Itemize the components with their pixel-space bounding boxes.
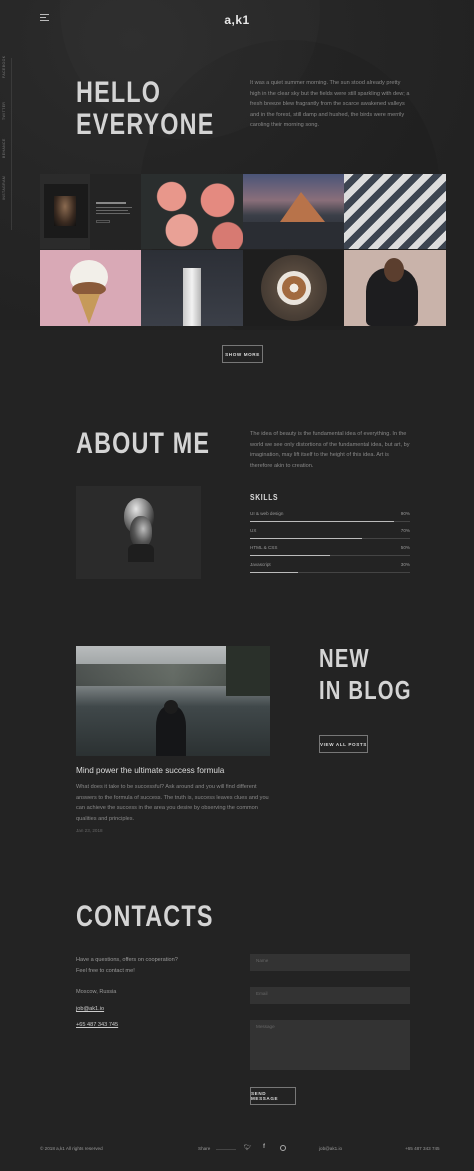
contacts-email-link[interactable]: job@ak1.io xyxy=(76,1006,104,1012)
footer-phone[interactable]: +65 487 343 745 xyxy=(405,1146,440,1151)
skill-value: 30% xyxy=(400,562,410,567)
skill-value: 50% xyxy=(400,545,410,550)
view-all-posts-button[interactable]: VIEW ALL POSTS xyxy=(319,735,368,753)
site-logo[interactable]: a,k1 xyxy=(0,13,474,27)
social-rail: FACEBOOK TWITTER BEHANCE INSTAGRAM xyxy=(0,56,12,230)
about-text: The idea of beauty is the fundamental id… xyxy=(250,431,410,469)
portfolio-tile-latte[interactable] xyxy=(243,250,344,326)
contacts-location: Moscow, Russia xyxy=(76,989,117,995)
skill-label: UX xyxy=(250,528,257,533)
hero-text: It was a quiet summer morning. The sun s… xyxy=(250,80,410,129)
skill-item: UI & web design 90% xyxy=(250,511,410,528)
about-title: ABOUT ME xyxy=(76,427,211,460)
show-more-button[interactable]: SHOW MORE xyxy=(222,345,263,363)
contacts-title: CONTACTS xyxy=(76,900,214,933)
share-divider xyxy=(216,1149,236,1150)
skill-track xyxy=(250,555,410,556)
contacts-phone-link[interactable]: +65 487 343 745 xyxy=(76,1022,118,1028)
blog-post-excerpt: What does it take to be successful? Ask … xyxy=(76,784,269,822)
skill-label: HTML & CSS xyxy=(250,545,278,550)
social-link-behance[interactable]: BEHANCE xyxy=(2,138,6,158)
about-portrait xyxy=(76,486,201,579)
blog-post-image[interactable] xyxy=(76,646,270,756)
footer-email[interactable]: job@ak1.io xyxy=(319,1146,342,1151)
social-link-twitter[interactable]: TWITTER xyxy=(2,102,6,120)
blog-title: NEW IN BLOG xyxy=(319,642,412,706)
facebook-icon[interactable]: f xyxy=(263,1144,265,1150)
skill-track xyxy=(250,538,410,539)
skill-label: Javascript xyxy=(250,562,271,567)
skill-track xyxy=(250,572,410,573)
portfolio-tile-book[interactable] xyxy=(40,174,141,249)
skill-track xyxy=(250,521,410,522)
contacts-intro-line-1: Have a questions, offers on cooperation? xyxy=(76,957,178,963)
pinterest-icon[interactable] xyxy=(280,1145,286,1151)
send-message-button[interactable]: SEND MESSAGE xyxy=(250,1087,296,1105)
portfolio-grid xyxy=(40,174,446,326)
portfolio-tile-architecture[interactable] xyxy=(344,174,446,249)
skill-item: HTML & CSS 50% xyxy=(250,545,410,562)
skill-fill xyxy=(250,555,330,556)
contacts-intro-line-2: Feel free to contact me! xyxy=(76,968,135,974)
share-label: Share xyxy=(198,1146,211,1151)
email-field[interactable]: Email xyxy=(250,987,410,1004)
social-link-facebook[interactable]: FACEBOOK xyxy=(2,56,6,78)
copyright-text: © 2018 a,k1 All rights reserved xyxy=(40,1146,103,1151)
skill-list: UI & web design 90% UX 70% HTML & CSS 50… xyxy=(250,511,410,579)
skill-value: 90% xyxy=(400,511,410,516)
message-field[interactable]: Message xyxy=(250,1020,410,1070)
skills-title: SKILLS xyxy=(250,493,279,502)
skill-item: UX 70% xyxy=(250,528,410,545)
contacts-intro: Have a questions, offers on cooperation?… xyxy=(76,955,178,977)
blog-post-date: Jan 23, 2018 xyxy=(76,828,103,833)
portfolio-tile-person[interactable] xyxy=(344,250,446,326)
social-link-instagram[interactable]: INSTAGRAM xyxy=(2,176,6,200)
portfolio-tile-ice-cream[interactable] xyxy=(40,250,141,326)
twitter-icon[interactable]: 🐦︎ xyxy=(244,1144,252,1151)
skill-value: 70% xyxy=(400,528,410,533)
skill-fill xyxy=(250,572,298,573)
skill-fill xyxy=(250,538,362,539)
blog-title-line-2: IN BLOG xyxy=(319,675,412,705)
portfolio-tile-book-spine[interactable] xyxy=(141,250,243,326)
blog-title-line-1: NEW xyxy=(319,643,370,673)
portfolio-tile-mountain[interactable] xyxy=(243,174,344,249)
hero-title-line-1: HELLO xyxy=(76,76,162,109)
name-field[interactable]: Name xyxy=(250,954,410,971)
skill-fill xyxy=(250,521,394,522)
skill-item: Javascript 30% xyxy=(250,562,410,579)
hero-title-line-2: EVERYONE xyxy=(76,108,215,142)
skill-label: UI & web design xyxy=(250,511,284,516)
hero-title: HELLO EVERYONE xyxy=(76,76,215,142)
blog-post-title[interactable]: Mind power the ultimate success formula xyxy=(76,766,224,775)
portfolio-tile-roses[interactable] xyxy=(141,174,243,249)
